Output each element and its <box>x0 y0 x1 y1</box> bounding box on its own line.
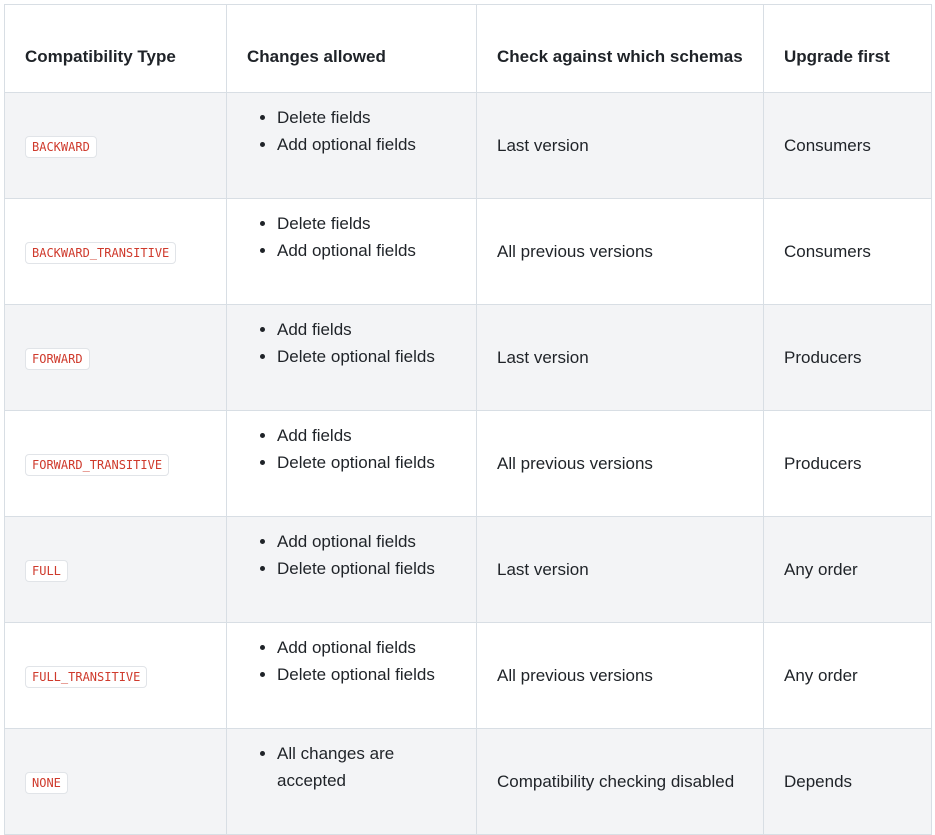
cell-check-against: All previous versions <box>476 198 764 305</box>
compatibility-table: Compatibility Type Changes allowed Check… <box>4 4 932 835</box>
cell-check-against: Last version <box>476 516 764 623</box>
cell-check-against: Last version <box>476 92 764 199</box>
changes-list: All changes are accepted <box>247 740 456 794</box>
cell-upgrade-first: Any order <box>763 516 932 623</box>
changes-list: Add fieldsDelete optional fields <box>247 316 456 370</box>
cell-upgrade-first: Consumers <box>763 92 932 199</box>
list-item: Delete optional fields <box>277 661 456 688</box>
cell-changes-allowed: Add fieldsDelete optional fields <box>226 410 477 517</box>
compatibility-type-code: FULL_TRANSITIVE <box>25 666 148 688</box>
list-item: Add fields <box>277 422 456 449</box>
changes-list: Delete fieldsAdd optional fields <box>247 210 456 264</box>
table-row: BACKWARD_TRANSITIVE Delete fieldsAdd opti… <box>4 198 932 305</box>
list-item: Delete fields <box>277 104 456 131</box>
table-row: BACKWARD Delete fieldsAdd optional fields… <box>4 92 932 199</box>
cell-check-against: Compatibility checking disabled <box>476 728 764 835</box>
list-item: Add optional fields <box>277 528 456 555</box>
table-row: FULL_TRANSITIVE Add optional fieldsDelete… <box>4 622 932 729</box>
cell-compatibility-type: BACKWARD <box>4 92 227 199</box>
list-item: Delete optional fields <box>277 343 456 370</box>
cell-compatibility-type: NONE <box>4 728 227 835</box>
header-check-against: Check against which schemas <box>476 4 764 93</box>
cell-compatibility-type: BACKWARD_TRANSITIVE <box>4 198 227 305</box>
cell-check-against: Last version <box>476 304 764 411</box>
header-compatibility-type: Compatibility Type <box>4 4 227 93</box>
list-item: All changes are accepted <box>277 740 456 794</box>
table-row: NONE All changes are accepted Compatibilit… <box>4 728 932 835</box>
table-row: FULL Add optional fieldsDelete optional f… <box>4 516 932 623</box>
compatibility-type-code: BACKWARD <box>25 136 97 158</box>
cell-compatibility-type: FULL <box>4 516 227 623</box>
cell-changes-allowed: All changes are accepted <box>226 728 477 835</box>
list-item: Delete fields <box>277 210 456 237</box>
list-item: Add optional fields <box>277 237 456 264</box>
table-row: FORWARD Add fieldsDelete optional fields L… <box>4 304 932 411</box>
header-upgrade-first: Upgrade first <box>763 4 932 93</box>
changes-list: Add optional fieldsDelete optional field… <box>247 634 456 688</box>
cell-changes-allowed: Add optional fieldsDelete optional field… <box>226 622 477 729</box>
changes-list: Add fieldsDelete optional fields <box>247 422 456 476</box>
table-row: FORWARD_TRANSITIVE Add fieldsDelete optio… <box>4 410 932 517</box>
table-header: Compatibility Type Changes allowed Check… <box>4 4 932 93</box>
cell-compatibility-type: FULL_TRANSITIVE <box>4 622 227 729</box>
compatibility-type-code: FORWARD <box>25 348 90 370</box>
cell-upgrade-first: Producers <box>763 410 932 517</box>
table-body: BACKWARDDelete fieldsAdd optional fields… <box>4 92 932 835</box>
cell-upgrade-first: Producers <box>763 304 932 411</box>
list-item: Delete optional fields <box>277 555 456 582</box>
compatibility-type-code: NONE <box>25 772 68 794</box>
cell-compatibility-type: FORWARD <box>4 304 227 411</box>
cell-changes-allowed: Add fieldsDelete optional fields <box>226 304 477 411</box>
cell-changes-allowed: Add optional fieldsDelete optional field… <box>226 516 477 623</box>
cell-upgrade-first: Consumers <box>763 198 932 305</box>
changes-list: Delete fieldsAdd optional fields <box>247 104 456 158</box>
cell-check-against: All previous versions <box>476 410 764 517</box>
cell-compatibility-type: FORWARD_TRANSITIVE <box>4 410 227 517</box>
cell-upgrade-first: Any order <box>763 622 932 729</box>
cell-check-against: All previous versions <box>476 622 764 729</box>
compatibility-type-code: BACKWARD_TRANSITIVE <box>25 242 177 264</box>
list-item: Add optional fields <box>277 131 456 158</box>
header-changes-allowed: Changes allowed <box>226 4 477 93</box>
cell-upgrade-first: Depends <box>763 728 932 835</box>
list-item: Delete optional fields <box>277 449 456 476</box>
list-item: Add fields <box>277 316 456 343</box>
compatibility-type-code: FORWARD_TRANSITIVE <box>25 454 170 476</box>
cell-changes-allowed: Delete fieldsAdd optional fields <box>226 198 477 305</box>
cell-changes-allowed: Delete fieldsAdd optional fields <box>226 92 477 199</box>
header-row: Compatibility Type Changes allowed Check… <box>4 4 932 93</box>
compatibility-type-code: FULL <box>25 560 68 582</box>
changes-list: Add optional fieldsDelete optional field… <box>247 528 456 582</box>
list-item: Add optional fields <box>277 634 456 661</box>
